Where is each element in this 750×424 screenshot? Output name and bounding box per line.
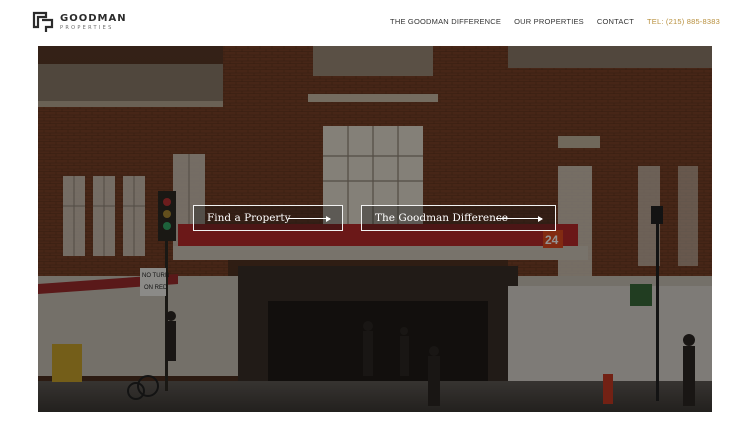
phone-link[interactable]: TEL: (215) 885-8383 <box>647 17 720 26</box>
hero-banner: 24 NO TURN ON RED Find a Property The Go… <box>38 46 712 412</box>
find-property-button[interactable]: Find a Property <box>193 205 343 231</box>
find-property-label: Find a Property <box>207 212 291 224</box>
logo[interactable]: GOODMAN PROPERTIES <box>32 9 127 35</box>
arrow-right-icon <box>288 215 331 222</box>
arrow-right-icon <box>496 215 543 222</box>
goodman-difference-label: The Goodman Difference <box>375 212 508 224</box>
nav-link-contact[interactable]: CONTACT <box>597 17 634 26</box>
nav-link-goodman-difference[interactable]: THE GOODMAN DIFFERENCE <box>390 17 501 26</box>
logo-mark-icon <box>32 11 54 33</box>
nav-link-our-properties[interactable]: OUR PROPERTIES <box>514 17 584 26</box>
main-nav: THE GOODMAN DIFFERENCE OUR PROPERTIES CO… <box>390 17 720 26</box>
site-header: GOODMAN PROPERTIES THE GOODMAN DIFFERENC… <box>0 0 750 44</box>
goodman-difference-button[interactable]: The Goodman Difference <box>361 205 556 231</box>
logo-subtitle: PROPERTIES <box>60 24 114 31</box>
logo-name: GOODMAN <box>60 12 127 24</box>
